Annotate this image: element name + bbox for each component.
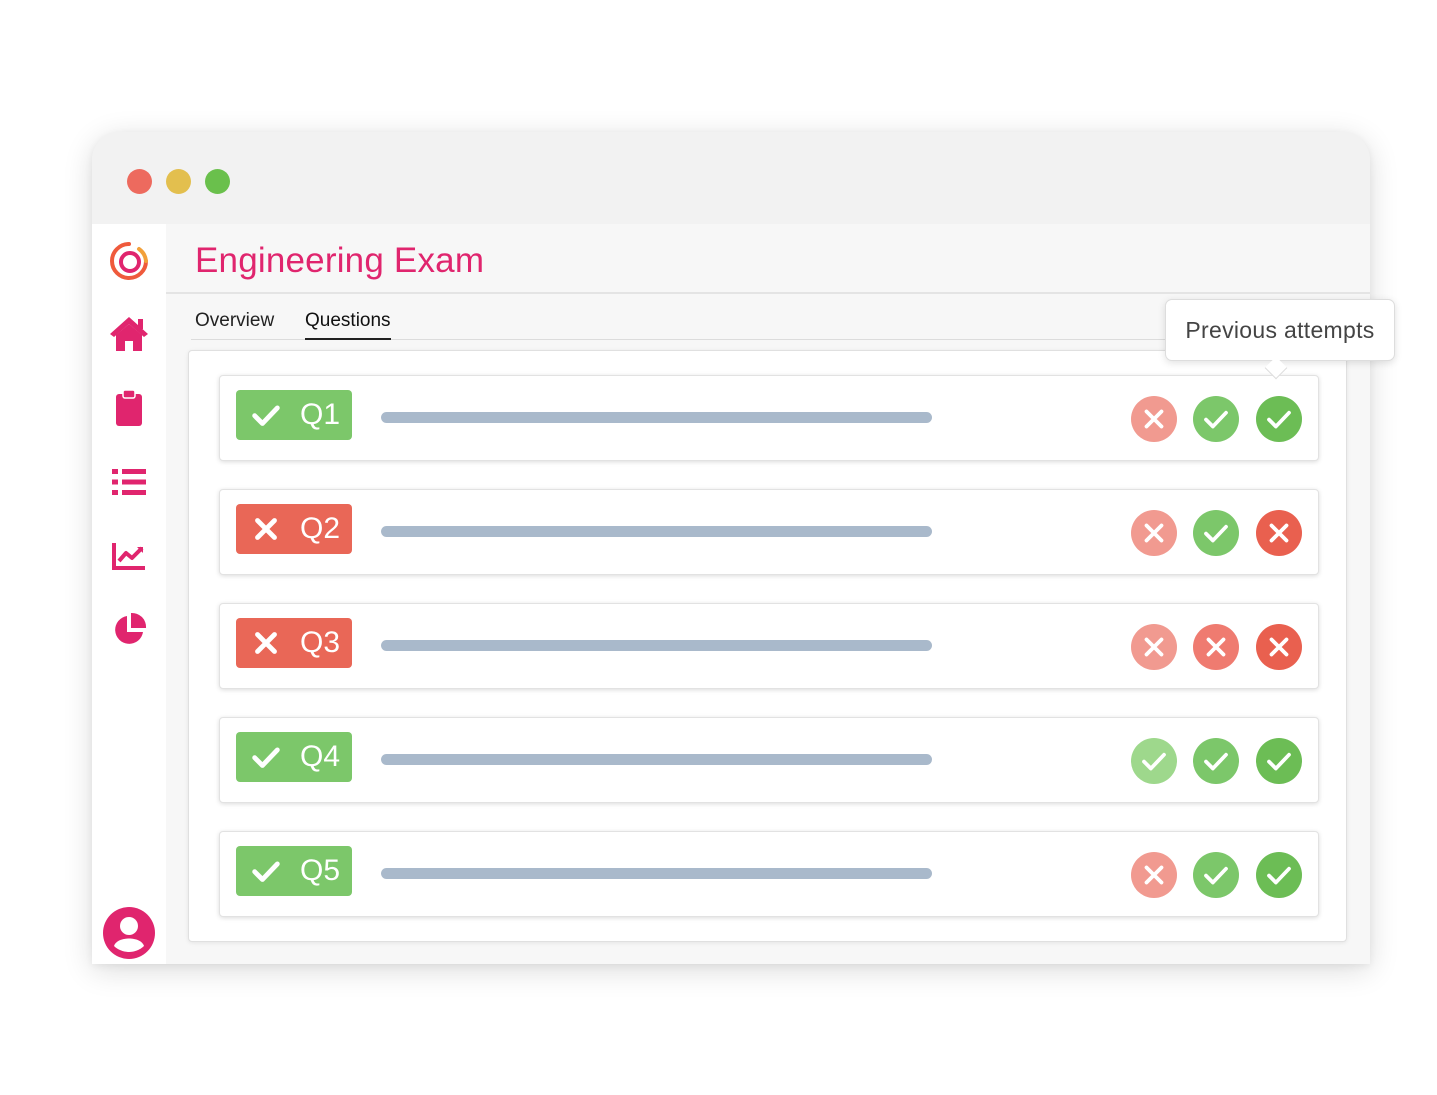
check-icon <box>252 747 280 768</box>
title-bar <box>92 132 1370 224</box>
question-row[interactable]: Q2 <box>219 489 1319 575</box>
attempt-1-cross-icon[interactable] <box>1131 624 1177 670</box>
close-window-button[interactable] <box>127 169 152 194</box>
question-text-placeholder <box>381 526 932 537</box>
check-icon <box>252 405 280 426</box>
attempt-2-cross-icon[interactable] <box>1193 624 1239 670</box>
minimize-window-button[interactable] <box>166 169 191 194</box>
question-label: Q3 <box>300 626 341 659</box>
attempt-3-check-icon[interactable] <box>1256 852 1302 898</box>
question-row[interactable]: Q4 <box>219 717 1319 803</box>
tab-overview[interactable]: Overview <box>195 310 274 338</box>
cross-icon <box>255 632 277 654</box>
cross-icon <box>255 518 277 540</box>
question-status-badge: Q5 <box>236 846 352 896</box>
attempt-3-cross-icon[interactable] <box>1256 510 1302 556</box>
clipboard-icon[interactable] <box>108 387 150 429</box>
attempt-1-cross-icon[interactable] <box>1131 852 1177 898</box>
sidebar <box>92 224 166 964</box>
previous-attempts-tooltip: Previous attempts <box>1165 299 1395 361</box>
question-text-placeholder <box>381 754 932 765</box>
logo-ring-icon[interactable] <box>108 240 150 282</box>
pie-chart-icon[interactable] <box>108 609 150 651</box>
attempt-3-check-icon[interactable] <box>1256 738 1302 784</box>
attempt-1-cross-icon[interactable] <box>1131 396 1177 442</box>
attempt-2-check-icon[interactable] <box>1193 852 1239 898</box>
question-label: Q5 <box>300 854 341 887</box>
line-chart-icon[interactable] <box>108 535 150 577</box>
question-status-badge: Q3 <box>236 618 352 668</box>
questions-panel: Q1 Q2 Q3 Q4 Q5 <box>188 350 1347 942</box>
question-text-placeholder <box>381 868 932 879</box>
attempt-1-cross-icon[interactable] <box>1131 510 1177 556</box>
attempt-2-check-icon[interactable] <box>1193 738 1239 784</box>
question-row[interactable]: Q1 <box>219 375 1319 461</box>
question-status-badge: Q2 <box>236 504 352 554</box>
list-icon[interactable] <box>108 461 150 503</box>
question-row[interactable]: Q3 <box>219 603 1319 689</box>
attempt-3-check-icon[interactable] <box>1256 396 1302 442</box>
question-text-placeholder <box>381 640 932 651</box>
attempt-1-check-icon[interactable] <box>1131 738 1177 784</box>
tab-questions[interactable]: Questions <box>305 310 391 340</box>
question-label: Q4 <box>300 740 341 773</box>
page-header: Engineering Exam <box>166 224 1370 294</box>
question-label: Q1 <box>300 398 341 431</box>
check-icon <box>252 861 280 882</box>
question-row[interactable]: Q5 <box>219 831 1319 917</box>
question-status-badge: Q1 <box>236 390 352 440</box>
question-text-placeholder <box>381 412 932 423</box>
question-label: Q2 <box>300 512 341 545</box>
maximize-window-button[interactable] <box>205 169 230 194</box>
app-window: Engineering Exam Overview Questions Q1 Q2… <box>92 132 1370 964</box>
question-status-badge: Q4 <box>236 732 352 782</box>
page-title: Engineering Exam <box>195 241 485 280</box>
home-icon[interactable] <box>108 313 150 355</box>
attempt-2-check-icon[interactable] <box>1193 396 1239 442</box>
attempt-3-cross-icon[interactable] <box>1256 624 1302 670</box>
user-avatar-icon[interactable] <box>102 906 156 960</box>
attempt-2-check-icon[interactable] <box>1193 510 1239 556</box>
